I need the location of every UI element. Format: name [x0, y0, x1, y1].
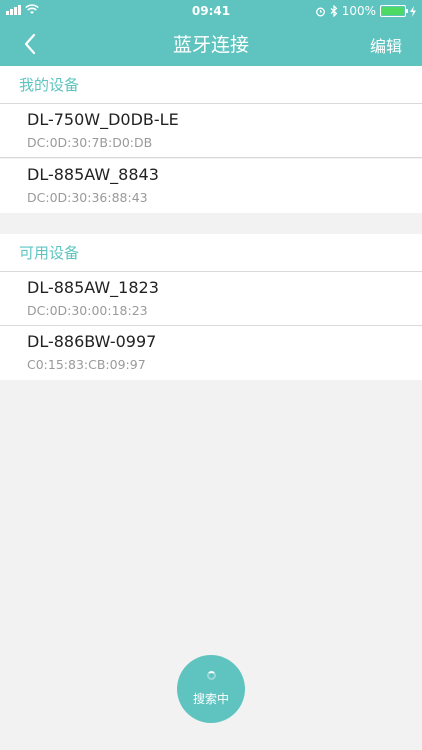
available-devices-title: 可用设备	[19, 244, 80, 262]
device-name: DL-750W_D0DB-LE	[27, 110, 179, 129]
bluetooth-icon	[330, 5, 338, 17]
search-button[interactable]: 搜索中	[177, 655, 245, 723]
loading-spinner-icon	[206, 671, 216, 680]
device-row[interactable]: DL-885AW_8843 DC:0D:30:36:88:43	[0, 159, 422, 213]
nav-bar: 蓝牙连接 编辑	[0, 22, 422, 66]
alarm-icon	[315, 7, 325, 16]
battery-fill	[382, 7, 404, 15]
status-right: 100%	[315, 4, 416, 18]
available-devices-header: 可用设备	[0, 234, 422, 272]
my-devices-title: 我的设备	[19, 76, 80, 94]
battery-icon	[380, 5, 408, 17]
status-bar: 09:41 100%	[0, 0, 422, 22]
charging-icon	[410, 5, 416, 17]
edit-button[interactable]: 编辑	[370, 33, 402, 57]
device-name: DL-885AW_1823	[27, 278, 159, 297]
device-mac: DC:0D:30:7B:D0:DB	[27, 135, 153, 150]
device-row[interactable]: DL-750W_D0DB-LE DC:0D:30:7B:D0:DB	[0, 104, 422, 158]
device-mac: C0:15:83:CB:09:97	[27, 357, 146, 372]
search-button-label: 搜索中	[192, 692, 229, 706]
device-row[interactable]: DL-886BW-0997 C0:15:83:CB:09:97	[0, 326, 422, 380]
top-bar: 09:41 100% 蓝牙连接 编辑	[0, 0, 422, 66]
device-mac: DC:0D:30:00:18:23	[27, 303, 148, 318]
device-mac: DC:0D:30:36:88:43	[27, 190, 148, 205]
page-title: 蓝牙连接	[172, 34, 249, 56]
device-name: DL-885AW_8843	[27, 165, 159, 184]
device-row[interactable]: DL-885AW_1823 DC:0D:30:00:18:23	[0, 272, 422, 326]
battery-percent: 100%	[341, 4, 376, 18]
device-name: DL-886BW-0997	[27, 332, 157, 351]
my-devices-header: 我的设备	[0, 66, 422, 104]
